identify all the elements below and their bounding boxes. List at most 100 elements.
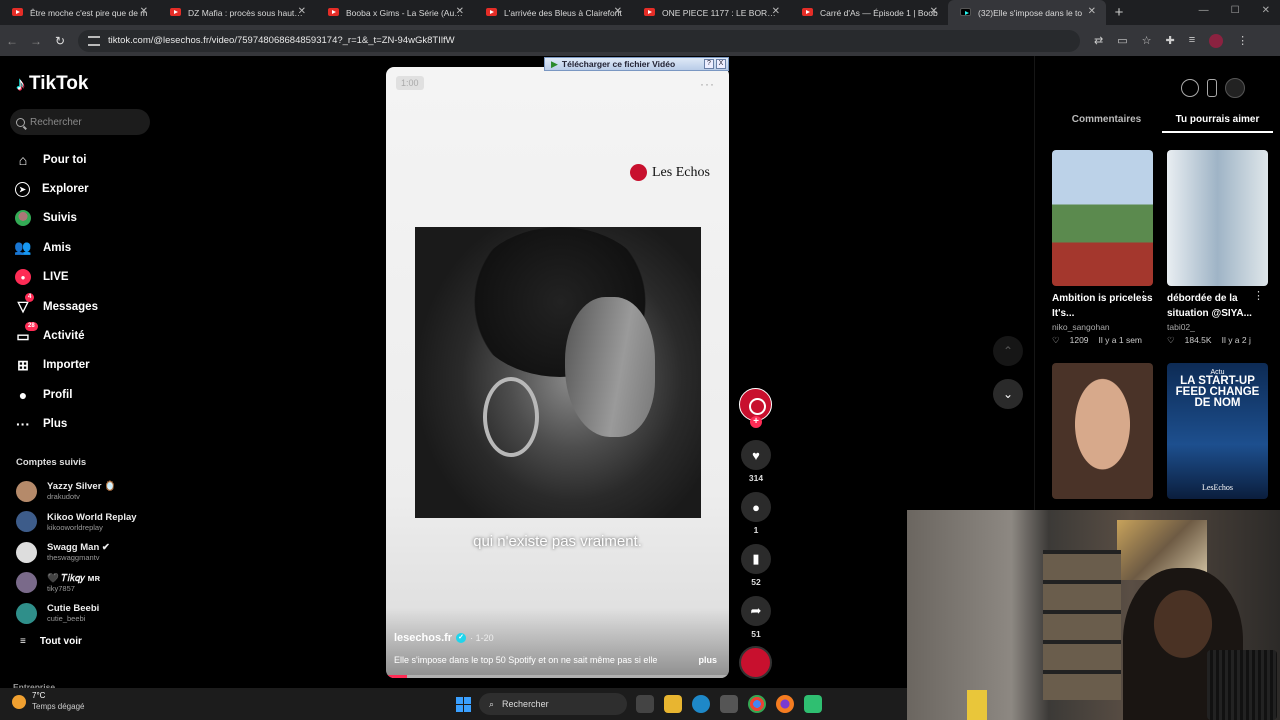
- back-icon[interactable]: ←: [0, 34, 24, 48]
- profile-avatar-icon[interactable]: [1209, 33, 1224, 48]
- bookmark-star-icon[interactable]: ☆: [1142, 34, 1152, 48]
- nav-activite[interactable]: ▭ 28 Activité: [15, 321, 98, 350]
- browser-tab[interactable]: DZ Mafia : procès sous haute te ✕: [158, 0, 316, 25]
- comment-action[interactable]: ● 1: [741, 492, 771, 535]
- nav-label: Suivis: [43, 212, 77, 225]
- following-account[interactable]: Swagg Man ✔ theswaggmantv: [16, 537, 137, 568]
- activity-badge: 28: [25, 322, 38, 332]
- translate-icon[interactable]: ⇄: [1094, 34, 1103, 48]
- comment-icon[interactable]: ●: [741, 492, 771, 522]
- nav-messages[interactable]: ▽ 4 Messages: [15, 292, 98, 321]
- tab-comments[interactable]: Commentaires: [1051, 114, 1162, 133]
- search-input[interactable]: Rechercher: [10, 109, 150, 135]
- device-icon[interactable]: [1207, 79, 1217, 97]
- tab-suggestions[interactable]: Tu pourrais aimer: [1162, 114, 1273, 133]
- close-window-icon[interactable]: ✕: [1262, 5, 1270, 16]
- url-field[interactable]: tiktok.com/@lesechos.fr/video/7597480686…: [78, 29, 1080, 52]
- nav-explorer[interactable]: ➤ Explorer: [15, 174, 98, 203]
- les-echos-watermark: Les Echos: [630, 164, 710, 181]
- following-account[interactable]: Cutie Beebi cutie_beebi: [16, 598, 137, 629]
- video-thumbnail[interactable]: [1052, 363, 1153, 499]
- suggested-video[interactable]: Actu LA START-UP FEED CHANGE DE NOM LesE…: [1167, 363, 1268, 499]
- close-tab-icon[interactable]: ✕: [456, 6, 464, 17]
- follow-plus-icon[interactable]: +: [750, 416, 762, 428]
- site-settings-icon[interactable]: [88, 35, 100, 46]
- card-menu-icon[interactable]: ⋮: [1253, 289, 1264, 302]
- share-action[interactable]: ➦ 51: [741, 596, 771, 639]
- video-player[interactable]: 1:00 ··· Les Echos qui n'existe pas vrai…: [386, 67, 729, 678]
- video-author[interactable]: lesechos.fr ✓ · 1-20: [394, 632, 494, 644]
- like-action[interactable]: ♥ 314: [741, 440, 771, 483]
- avatar: [16, 572, 37, 594]
- minimize-icon[interactable]: —: [1199, 5, 1209, 16]
- browser-tab[interactable]: L'arrivée des Bleus à Clairefont ✕: [474, 0, 632, 25]
- weather-widget[interactable]: 7°C Temps dégagé: [12, 691, 84, 712]
- suggested-video[interactable]: débordée de la situation @SIYA... tabi02…: [1167, 150, 1268, 346]
- close-tab-icon[interactable]: ✕: [140, 6, 148, 17]
- firefox-icon[interactable]: [776, 695, 794, 713]
- task-view-icon[interactable]: [636, 695, 654, 713]
- taskbar-search[interactable]: ⌕ Rechercher: [479, 693, 627, 715]
- chrome-icon[interactable]: [748, 695, 766, 713]
- nav-live[interactable]: ● LIVE: [15, 263, 98, 292]
- extensions-icon[interactable]: ✚: [1166, 34, 1175, 48]
- following-account[interactable]: Yazzy Silver 🪞 drakudotv: [16, 476, 137, 507]
- browser-tab-active[interactable]: (32)Elle s'impose dans le to ✕: [948, 0, 1106, 25]
- download-help-button[interactable]: ?: [704, 59, 714, 69]
- windows-start-icon[interactable]: [456, 697, 471, 712]
- previous-video-button[interactable]: ⌃: [993, 336, 1023, 366]
- close-tab-icon[interactable]: ✕: [298, 6, 306, 17]
- nav-label: Amis: [43, 241, 72, 254]
- close-tab-icon[interactable]: ✕: [614, 6, 622, 17]
- video-thumbnail[interactable]: [1167, 150, 1268, 286]
- share-icon[interactable]: ➦: [741, 596, 771, 626]
- nav-suivis[interactable]: Suivis: [15, 204, 98, 233]
- browser-tab[interactable]: ONE PIECE 1177 : LE BORDEL ! ✕: [632, 0, 790, 25]
- nav-plus[interactable]: ··· Plus: [15, 410, 98, 439]
- download-video-bar[interactable]: ▶ Télécharger ce fichier Vidéo ? X: [544, 57, 729, 71]
- tab-title: Carré d'As — Épisode 1 | Boob: [820, 7, 938, 18]
- description-more-button[interactable]: plus: [698, 655, 717, 665]
- forward-icon[interactable]: →: [24, 34, 48, 48]
- browser-tab[interactable]: Être moche c'est pire que de m ✕: [0, 0, 158, 25]
- cast-icon[interactable]: ▭: [1117, 34, 1127, 48]
- close-tab-icon[interactable]: ✕: [930, 6, 938, 17]
- following-account[interactable]: 🖤 𝑇𝑖𝑘𝑞𝑦 ᴍʀ tiky7857: [16, 568, 137, 599]
- maximize-icon[interactable]: ☐: [1231, 5, 1240, 16]
- app-icon[interactable]: [804, 695, 822, 713]
- nav-amis[interactable]: 👥 Amis: [14, 233, 98, 262]
- next-video-button[interactable]: ⌄: [993, 379, 1023, 409]
- nav-profil[interactable]: ● Profil: [15, 380, 98, 409]
- store-icon[interactable]: [720, 695, 738, 713]
- video-description: Elle s'impose dans le top 50 Spotify et …: [394, 655, 658, 665]
- close-tab-icon[interactable]: ✕: [1088, 6, 1096, 17]
- media-controls-icon[interactable]: ≡: [1189, 34, 1195, 48]
- reload-icon[interactable]: ↻: [48, 34, 72, 48]
- nav-importer[interactable]: ⊞ Importer: [15, 351, 98, 380]
- user-avatar[interactable]: [1225, 78, 1245, 98]
- suggested-video[interactable]: [1052, 363, 1153, 499]
- suggested-video[interactable]: Ambition is priceless It's... niko_sango…: [1052, 150, 1153, 346]
- save-action[interactable]: ▮ 52: [741, 544, 771, 587]
- video-thumbnail[interactable]: [1052, 150, 1153, 286]
- following-account[interactable]: Kikoo World Replay kikooworldreplay: [16, 507, 137, 538]
- close-tab-icon[interactable]: ✕: [772, 6, 780, 17]
- video-thumbnail[interactable]: Actu LA START-UP FEED CHANGE DE NOM LesE…: [1167, 363, 1268, 499]
- see-all-button[interactable]: ≡ Tout voir: [20, 636, 82, 647]
- nav-pour-toi[interactable]: ⌂ Pour toi: [15, 145, 98, 174]
- video-more-icon[interactable]: ···: [700, 77, 715, 91]
- compass-icon[interactable]: [1181, 79, 1199, 97]
- card-menu-icon[interactable]: ⋮: [1138, 289, 1149, 302]
- edge-icon[interactable]: [692, 695, 710, 713]
- sound-disc[interactable]: [739, 646, 772, 679]
- chrome-menu-icon[interactable]: ⋮: [1237, 34, 1248, 48]
- tiktok-logo[interactable]: ♪ TikTok: [16, 73, 88, 95]
- browser-tab[interactable]: Booba x Gims - La Série (Audio ✕: [316, 0, 474, 25]
- browser-tab[interactable]: Carré d'As — Épisode 1 | Boob ✕: [790, 0, 948, 25]
- new-tab-button[interactable]: +: [1106, 4, 1132, 21]
- video-progress-bar[interactable]: [386, 675, 729, 678]
- heart-icon[interactable]: ♥: [741, 440, 771, 470]
- bookmark-icon[interactable]: ▮: [741, 544, 771, 574]
- file-explorer-icon[interactable]: [664, 695, 682, 713]
- download-close-button[interactable]: X: [716, 59, 726, 69]
